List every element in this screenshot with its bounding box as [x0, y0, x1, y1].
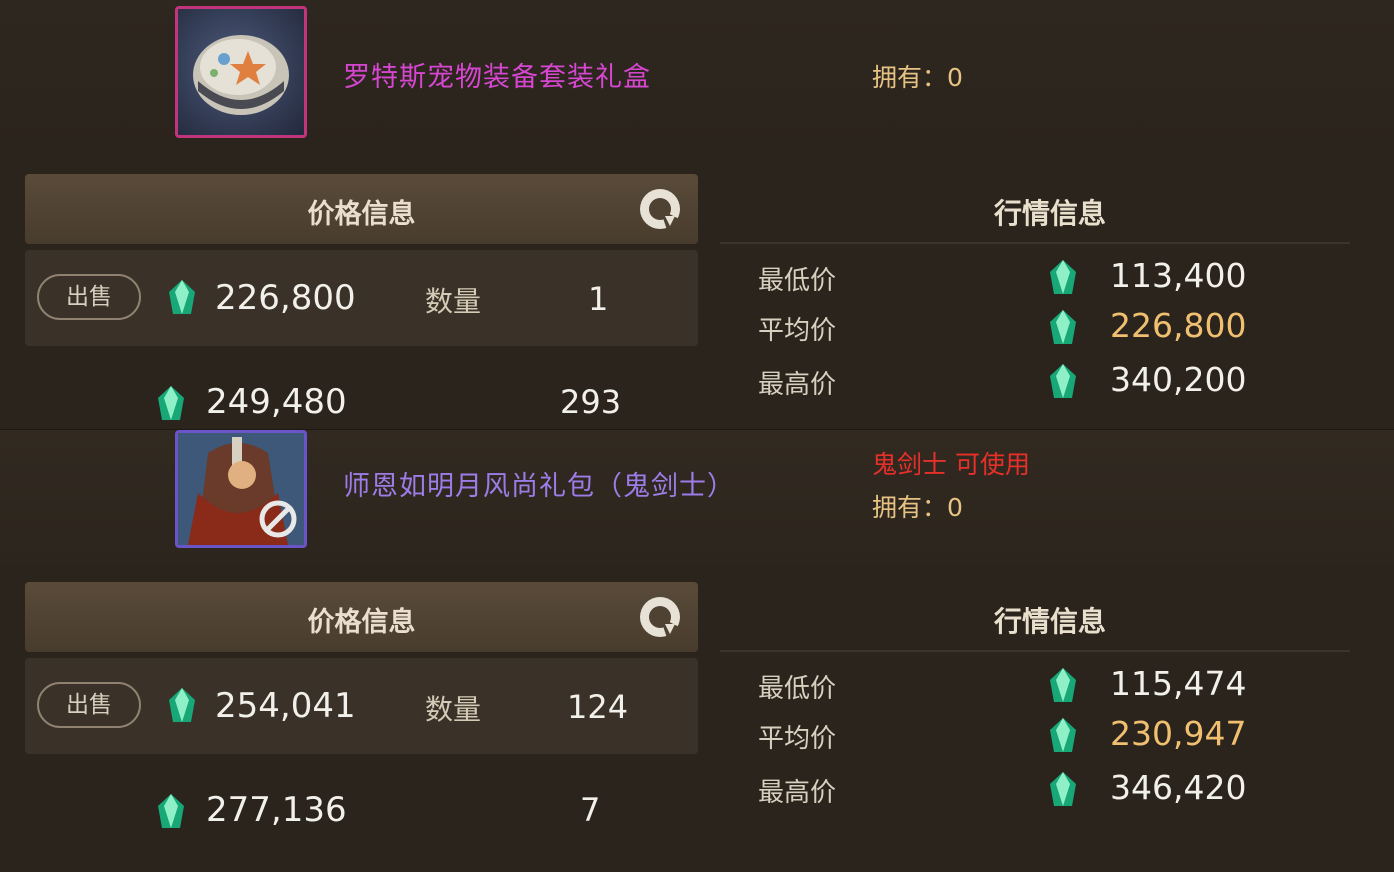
lowest-listing-row: 出售 254,041 数量 124 [25, 658, 698, 754]
listing-quantity: 293 [560, 383, 622, 421]
avg-price-label: 平均价 [758, 724, 837, 754]
sell-button[interactable]: 出售 [37, 274, 141, 320]
sell-price: 226,800 [215, 278, 356, 318]
item-header: 师恩如明月风尚礼包（鬼剑士） 鬼剑士 可使用 拥有：0 [0, 430, 1394, 564]
usable-class: 鬼剑士 可使用 [872, 450, 1030, 479]
sell-quantity: 124 [567, 688, 629, 726]
gem-icon [158, 794, 184, 828]
gem-icon [169, 688, 195, 722]
gem-icon [1050, 718, 1076, 752]
min-price: 113,400 [1110, 256, 1247, 295]
gem-icon [169, 280, 195, 314]
gem-icon [158, 386, 184, 420]
gem-icon [1050, 260, 1076, 294]
min-price: 115,474 [1110, 664, 1247, 703]
max-price: 340,200 [1110, 360, 1247, 399]
sell-button[interactable]: 出售 [37, 682, 141, 728]
market-info-title: 行情信息 [993, 605, 1106, 638]
divider [720, 242, 1350, 244]
sell-quantity: 1 [588, 280, 609, 318]
no-use-icon [259, 500, 297, 538]
price-info-title: 价格信息 [307, 607, 416, 638]
max-price: 346,420 [1110, 768, 1247, 807]
lowest-listing-row: 出售 226,800 数量 1 [25, 250, 698, 346]
quantity-label: 数量 [425, 693, 482, 726]
refresh-icon[interactable] [637, 594, 683, 640]
gem-icon [1050, 364, 1076, 398]
gem-icon [1050, 668, 1076, 702]
avg-price: 226,800 [1110, 306, 1247, 345]
quantity-label: 数量 [425, 285, 482, 318]
owned-count: 拥有：0 [872, 63, 963, 92]
min-price-label: 最低价 [758, 674, 837, 704]
listing-2: 师恩如明月风尚礼包（鬼剑士） 鬼剑士 可使用 拥有：0 价格信息 出售 254,… [0, 430, 1394, 872]
avg-price: 230,947 [1110, 714, 1247, 753]
price-info-header: 价格信息 [25, 582, 698, 652]
refresh-icon[interactable] [637, 186, 683, 232]
max-price-label: 最高价 [758, 778, 837, 808]
min-price-label: 最低价 [758, 266, 837, 296]
owned-count: 拥有：0 [872, 493, 963, 522]
gem-icon [1050, 310, 1076, 344]
listing-price: 249,480 [206, 382, 347, 422]
market-info-title: 行情信息 [993, 197, 1106, 230]
price-info-title: 价格信息 [307, 199, 416, 230]
price-info-header: 价格信息 [25, 174, 698, 244]
listing-1: 罗特斯宠物装备套装礼盒 拥有：0 价格信息 出售 226,800 数量 1 24… [0, 0, 1394, 430]
sell-price: 254,041 [215, 686, 356, 726]
item-name: 罗特斯宠物装备套装礼盒 [343, 62, 651, 93]
max-price-label: 最高价 [758, 370, 837, 400]
item-name: 师恩如明月风尚礼包（鬼剑士） [343, 471, 735, 502]
costume-pack-icon[interactable] [175, 430, 307, 548]
divider [720, 650, 1350, 652]
listing-quantity: 7 [580, 791, 601, 829]
item-header: 罗特斯宠物装备套装礼盒 拥有：0 [0, 0, 1394, 156]
pet-gift-box-icon[interactable] [175, 6, 307, 138]
listing-price: 277,136 [206, 790, 347, 830]
gem-icon [1050, 772, 1076, 806]
avg-price-label: 平均价 [758, 316, 837, 346]
